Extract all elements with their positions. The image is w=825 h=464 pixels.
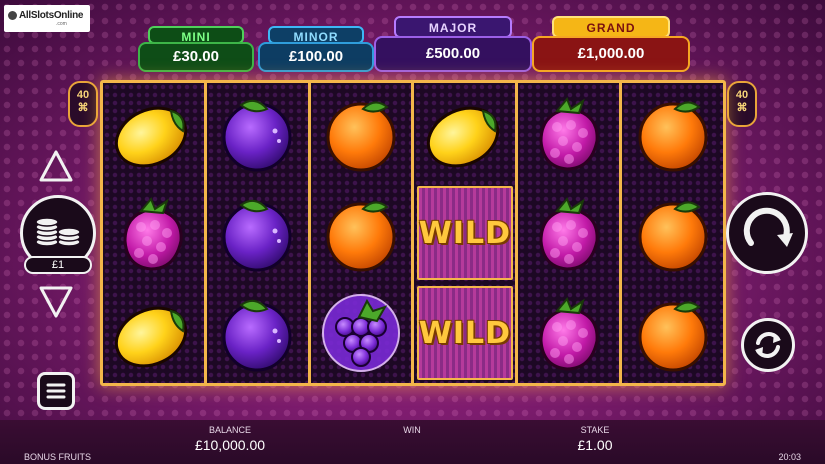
raspberry-icon [539, 297, 599, 371]
jackpot-minor-value: £100.00 [258, 42, 374, 72]
orange-icon [638, 301, 708, 372]
menu-button[interactable] [37, 372, 75, 410]
jackpot-grand-label: GRAND [552, 16, 670, 38]
jackpot-major-label: MAJOR [394, 16, 512, 38]
jackpot-major-value: £500.00 [374, 36, 532, 72]
stake-value: £1.00 [577, 437, 613, 453]
reel-grid: WILD WILD [100, 80, 726, 386]
symbol-orange [311, 183, 412, 283]
ways-badge-right: 40 ⌘ [727, 81, 757, 127]
symbol-raspberry [518, 183, 619, 283]
lemon-icon [115, 106, 188, 168]
jackpot-grand-value: £1,000.00 [532, 36, 690, 72]
balance-display: BALANCE £10,000.00 [180, 425, 280, 453]
symbol-lemon [103, 283, 204, 383]
symbol-raspberry [518, 83, 619, 183]
game-title: BONUS FRUITS [24, 452, 92, 462]
reel-5 [515, 83, 620, 383]
symbol-orange [622, 283, 723, 383]
ways-icon: ⌘ [77, 102, 89, 114]
symbol-wild: WILD [414, 183, 515, 283]
plum-icon [222, 299, 292, 372]
symbol-orange [311, 83, 412, 183]
jackpot-mini-value: £30.00 [138, 42, 254, 72]
symbol-lemon [414, 83, 515, 183]
symbol-wild: WILD [414, 283, 515, 383]
balance-value: £10,000.00 [194, 437, 266, 453]
site-watermark-logo: AllSlotsOnline .com [4, 5, 90, 32]
orange-icon [326, 101, 396, 172]
logo-icon [8, 11, 17, 20]
grapes-icon [322, 294, 401, 372]
symbol-raspberry [103, 183, 204, 283]
plum-icon [222, 99, 292, 172]
ways-icon: ⌘ [736, 102, 748, 114]
clock: 20:03 [778, 452, 801, 462]
symbol-lemon [103, 83, 204, 183]
bottom-status-bar: BALANCE £10,000.00 WIN STAKE £1.00 BONUS… [0, 420, 825, 464]
autoplay-icon [755, 332, 781, 358]
orange-icon [638, 101, 708, 172]
reel-1 [103, 83, 204, 383]
win-display: WIN [403, 425, 421, 435]
symbol-plum [207, 283, 308, 383]
symbol-grapes [311, 283, 412, 383]
orange-icon [638, 201, 708, 272]
symbol-plum [207, 183, 308, 283]
hamburger-menu-icon [46, 383, 66, 399]
spin-button[interactable] [726, 192, 808, 274]
reel-6 [619, 83, 723, 383]
reel-3 [307, 83, 412, 383]
wild-tile: WILD [416, 186, 513, 280]
coin-value-label: £1 [24, 256, 92, 274]
symbol-orange [622, 183, 723, 283]
spin-arrow-icon [743, 207, 793, 247]
symbol-raspberry [518, 283, 619, 383]
lemon-icon [115, 306, 188, 368]
jackpot-grand: GRAND £1,000.00 [532, 16, 690, 72]
raspberry-icon [539, 197, 599, 271]
ways-badge-left: 40 ⌘ [68, 81, 98, 127]
symbol-plum [207, 83, 308, 183]
jackpot-major: MAJOR £500.00 [374, 16, 532, 72]
triangle-down-icon[interactable] [38, 284, 74, 320]
reel-2 [203, 83, 308, 383]
stake-display: STAKE £1.00 [555, 425, 635, 453]
lemon-icon [426, 106, 499, 168]
triangle-up-icon[interactable] [38, 148, 74, 184]
jackpot-mini: MINI £30.00 [138, 26, 254, 72]
raspberry-icon [123, 197, 183, 271]
autoplay-button[interactable] [741, 318, 795, 372]
raspberry-icon [539, 97, 599, 171]
wild-tile: WILD [416, 286, 513, 380]
reel-4: WILD WILD [411, 83, 516, 383]
symbol-orange [622, 83, 723, 183]
jackpot-minor: MINOR £100.00 [258, 26, 374, 72]
orange-icon [326, 201, 396, 272]
plum-icon [222, 199, 292, 272]
